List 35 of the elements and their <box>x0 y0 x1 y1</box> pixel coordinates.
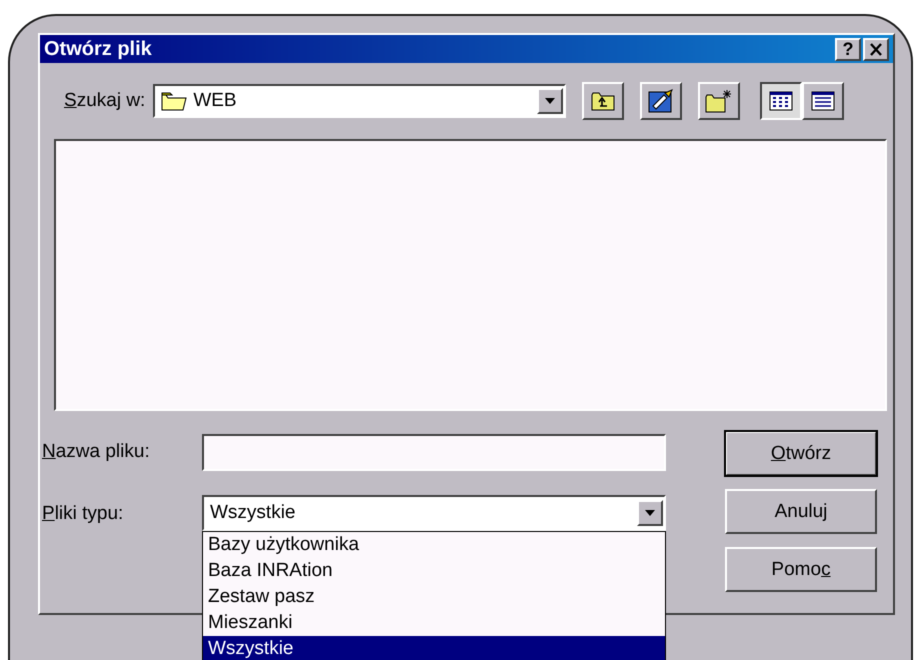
window-title: Otwórz plik <box>44 38 153 60</box>
close-icon <box>869 42 883 56</box>
file-name-field[interactable] <box>202 434 666 471</box>
dropdown-arrow-button[interactable] <box>637 500 663 526</box>
dialog-button[interactable]: Pomoc <box>725 547 877 592</box>
look-in-dropdown[interactable]: WEB <box>153 84 566 118</box>
file-type-label: Pliki typu: <box>42 503 124 525</box>
file-name-label: Nazwa pliku: <box>42 441 151 463</box>
help-button[interactable]: ? <box>835 38 861 60</box>
list-view-button[interactable] <box>760 82 802 120</box>
look-in-value: WEB <box>193 90 238 112</box>
desktop-button[interactable] <box>640 82 682 120</box>
down-arrow-icon <box>545 98 556 104</box>
dropdown-arrow-button[interactable] <box>537 88 564 114</box>
details-view-icon <box>811 91 836 111</box>
look-in-label: Szukaj w: <box>64 90 146 112</box>
up-folder-button[interactable] <box>582 82 624 120</box>
dropdown-option[interactable]: Bazy użytkownika <box>203 532 665 558</box>
dialog-button[interactable]: Anuluj <box>725 489 877 534</box>
dropdown-option[interactable]: Baza INRAtion <box>203 558 665 584</box>
dropdown-option[interactable]: Wszystkie <box>203 636 665 660</box>
new-folder-icon <box>705 89 734 113</box>
down-arrow-icon <box>645 510 655 516</box>
file-type-value: Wszystkie <box>210 502 296 524</box>
desktop-icon <box>648 89 674 113</box>
dropdown-option[interactable]: Mieszanki <box>203 610 665 636</box>
dropdown-option[interactable]: Zestaw pasz <box>203 584 665 610</box>
folder-icon <box>161 91 188 111</box>
details-view-button[interactable] <box>802 82 844 120</box>
list-view-icon <box>769 91 794 111</box>
new-folder-button[interactable] <box>698 82 740 120</box>
close-button[interactable] <box>863 38 889 60</box>
file-type-dropdown[interactable]: Wszystkie <box>202 495 666 531</box>
up-folder-icon <box>591 91 616 111</box>
dialog-button[interactable]: Otwórz <box>725 431 877 476</box>
